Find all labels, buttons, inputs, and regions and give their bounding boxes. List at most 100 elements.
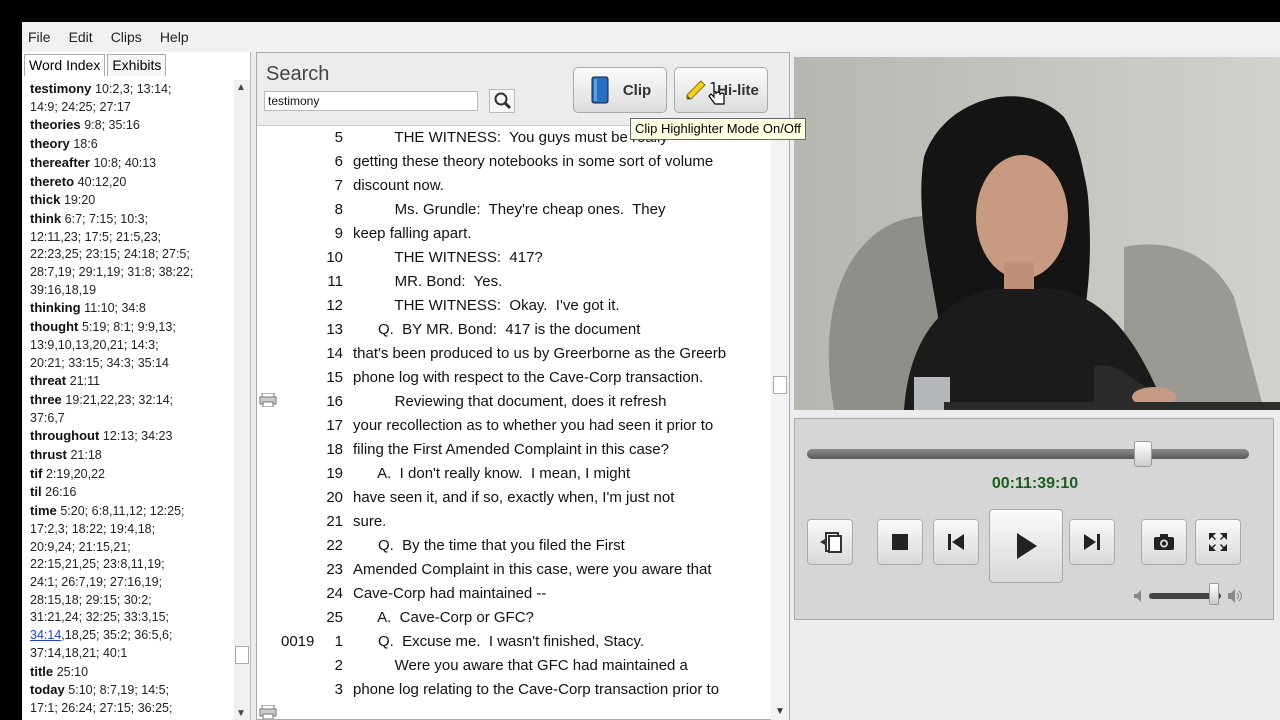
transcript-line[interactable]: 25 A. Cave-Corp or GFC?	[257, 606, 769, 630]
transcript-line[interactable]: 11 MR. Bond: Yes.	[257, 270, 769, 294]
index-refs[interactable]: 22:15,21,25; 23:8,11,19;	[30, 557, 165, 571]
transcript-line-text[interactable]: Were you aware that GFC had maintained a	[353, 654, 688, 678]
clip-button[interactable]: Clip	[573, 67, 667, 113]
transcript-line[interactable]: 22 Q. By the time that you filed the Fir…	[257, 534, 769, 558]
word-index-line[interactable]: thereafter 10:8; 40:13	[30, 154, 226, 173]
index-refs[interactable]: 40:12,20	[78, 175, 127, 189]
next-button[interactable]	[1069, 519, 1115, 565]
word-index-line[interactable]: 13:9,10,13,20,21; 14:3;	[30, 337, 226, 355]
index-refs[interactable]: 5:19; 8:1; 9:9,13;	[82, 320, 176, 334]
menu-help[interactable]: Help	[160, 29, 189, 45]
word-index-line[interactable]: throughout 12:13; 34:23	[30, 427, 226, 446]
index-word[interactable]: title	[30, 664, 57, 679]
word-index-line[interactable]: today 5:10; 8:7,19; 14:5;	[30, 681, 226, 700]
transcript-line-text[interactable]: getting these theory notebooks in some s…	[353, 150, 713, 174]
index-refs[interactable]: 37:6,7	[30, 411, 65, 425]
index-refs[interactable]: 17:2,3; 18:22; 19:4,18;	[30, 522, 155, 536]
transcript-line-text[interactable]: sure.	[353, 510, 386, 534]
word-index-line[interactable]: 28:7,19; 29:1,19; 31:8; 38:22;	[30, 264, 226, 282]
index-refs[interactable]: 19:21,22,23; 32:14;	[65, 393, 173, 407]
word-index-line[interactable]: 28:15,18; 29:15; 30:2;	[30, 592, 226, 610]
index-word[interactable]: til	[30, 484, 45, 499]
index-refs[interactable]: 20:21; 33:15; 34:3; 35:14	[30, 356, 169, 370]
index-word[interactable]: today	[30, 682, 68, 697]
transcript-line[interactable]: 15 phone log with respect to the Cave-Cor…	[257, 366, 769, 390]
word-index-line[interactable]: 14:9; 24:25; 27:17	[30, 99, 226, 117]
word-index-line[interactable]: thinking 11:10; 34:8	[30, 299, 226, 318]
transcript-line-text[interactable]: phone log with respect to the Cave-Corp …	[353, 366, 703, 390]
word-index-line[interactable]: 12:11,23; 17:5; 21:5,23;	[30, 229, 226, 247]
transcript-line-text[interactable]: Amended Complaint in this case, were you…	[353, 558, 712, 582]
word-index-line[interactable]: 20:9,24; 21:15,21;	[30, 539, 226, 557]
index-word[interactable]: throughout	[30, 428, 103, 443]
word-index-line[interactable]: 31:21,24; 32:25; 33:3,15;	[30, 609, 226, 627]
word-index-line[interactable]: 37:6,7	[30, 410, 226, 428]
snapshot-button[interactable]	[1141, 519, 1187, 565]
transcript-line[interactable]: 3 phone log relating to the Cave-Corp tra…	[257, 678, 769, 702]
index-refs[interactable]: ,18,25; 35:2; 36:5,6;	[61, 628, 172, 642]
word-index-line[interactable]: three 19:21,22,23; 32:14;	[30, 391, 226, 410]
scroll-up-arrow-icon[interactable]: ▲	[236, 82, 246, 93]
volume-slider-thumb[interactable]	[1208, 583, 1219, 605]
transcript-line-text[interactable]: THE WITNESS: Okay. I've got it.	[353, 294, 619, 318]
transcript-line-text[interactable]: A. Cave-Corp or GFC?	[353, 606, 534, 630]
word-index-line[interactable]: 20:21; 33:15; 34:3; 35:14	[30, 355, 226, 373]
clip-list-button[interactable]	[807, 519, 853, 565]
word-index-line[interactable]: testimony 10:2,3; 13:14;	[30, 80, 226, 99]
index-word[interactable]: three	[30, 392, 65, 407]
index-refs[interactable]: 12:11,23; 17:5; 21:5,23;	[30, 230, 161, 244]
word-index-line[interactable]: 17:1; 26:24; 27:15; 36:25;	[30, 700, 226, 718]
word-index-line[interactable]: title 25:10	[30, 663, 226, 682]
index-refs[interactable]: 10:8; 40:13	[94, 156, 157, 170]
scroll-down-arrow-icon[interactable]: ▼	[775, 706, 785, 717]
printer-note-icon[interactable]	[259, 705, 277, 719]
transcript-line-text[interactable]: Ms. Grundle: They're cheap ones. They	[353, 198, 666, 222]
word-index-scrollbar[interactable]: ▲ ▼	[234, 80, 250, 720]
word-index-line[interactable]: til 26:16	[30, 483, 226, 502]
transcript-text[interactable]: 5 THE WITNESS: You guys must be really 6 g…	[257, 126, 769, 720]
word-index-line[interactable]: tif 2:19,20,22	[30, 465, 226, 484]
index-refs[interactable]: 24:1; 26:7,19; 27:16,19;	[30, 575, 162, 589]
transcript-line[interactable]: 13 Q. BY MR. Bond: 417 is the document	[257, 318, 769, 342]
transcript-line[interactable]: 14 that's been produced to us by Greerbor…	[257, 342, 769, 366]
index-refs[interactable]: 21:18	[70, 448, 101, 462]
word-index-line[interactable]: 39:16,18,19	[30, 282, 226, 300]
index-word[interactable]: theories	[30, 117, 84, 132]
transcript-line[interactable]: 2 Were you aware that GFC had maintained…	[257, 654, 769, 678]
transcript-line-text[interactable]: Q. Excuse me. I wasn't finished, Stacy.	[353, 630, 644, 654]
word-index-line[interactable]: think 6:7; 7:15; 10:3;	[30, 210, 226, 229]
index-word[interactable]: tif	[30, 466, 46, 481]
index-word[interactable]: thick	[30, 192, 64, 207]
index-word[interactable]: testimony	[30, 81, 95, 96]
word-index-line[interactable]: thrust 21:18	[30, 446, 226, 465]
scroll-thumb[interactable]	[235, 646, 249, 664]
transcript-line-text[interactable]: discount now.	[353, 174, 444, 198]
transcript-line-text[interactable]: A. I don't really know. I mean, I might	[353, 462, 630, 486]
tab-exhibits[interactable]: Exhibits	[107, 54, 167, 76]
transcript-line-text[interactable]: that's been produced to us by Greerborne…	[353, 342, 726, 366]
word-index-line[interactable]: time 5:20; 6:8,11,12; 12:25;	[30, 502, 226, 521]
index-word[interactable]: think	[30, 211, 65, 226]
transcript-line[interactable]: 10 THE WITNESS: 417?	[257, 246, 769, 270]
index-refs[interactable]: 17:1; 26:24; 27:15; 36:25;	[30, 701, 172, 715]
transcript-line[interactable]: 12 THE WITNESS: Okay. I've got it.	[257, 294, 769, 318]
transcript-line-text[interactable]: Q. By the time that you filed the First	[353, 534, 625, 558]
transcript-line[interactable]: 9 keep falling apart.	[257, 222, 769, 246]
transcript-line[interactable]: 0019 1 Q. Excuse me. I wasn't finished, S…	[257, 630, 769, 654]
transcript-line-text[interactable]: keep falling apart.	[353, 222, 471, 246]
transcript-line[interactable]: 8 Ms. Grundle: They're cheap ones. They	[257, 198, 769, 222]
index-refs[interactable]: 2:19,20,22	[46, 467, 105, 481]
transcript-line[interactable]: 16 Reviewing that document, does it refr…	[257, 390, 769, 414]
index-word[interactable]: theory	[30, 136, 73, 151]
index-word[interactable]: threat	[30, 373, 70, 388]
transcript-line[interactable]: 20 have seen it, and if so, exactly when,…	[257, 486, 769, 510]
search-button[interactable]	[489, 89, 515, 113]
word-index-line[interactable]: 24:1; 26:7,19; 27:16,19;	[30, 574, 226, 592]
index-refs[interactable]: 22:23,25; 23:15; 24:18; 27:5;	[30, 247, 190, 261]
transcript-line[interactable]: 17 your recollection as to whether you ha…	[257, 414, 769, 438]
transcript-scrollbar[interactable]: ▲ ▼	[771, 126, 789, 720]
index-refs[interactable]: 14:9; 24:25; 27:17	[30, 100, 131, 114]
word-index-line[interactable]: thought 5:19; 8:1; 9:9,13;	[30, 318, 226, 337]
seek-slider-thumb[interactable]	[1133, 441, 1152, 467]
index-refs[interactable]: 5:20; 6:8,11,12; 12:25;	[60, 504, 184, 518]
